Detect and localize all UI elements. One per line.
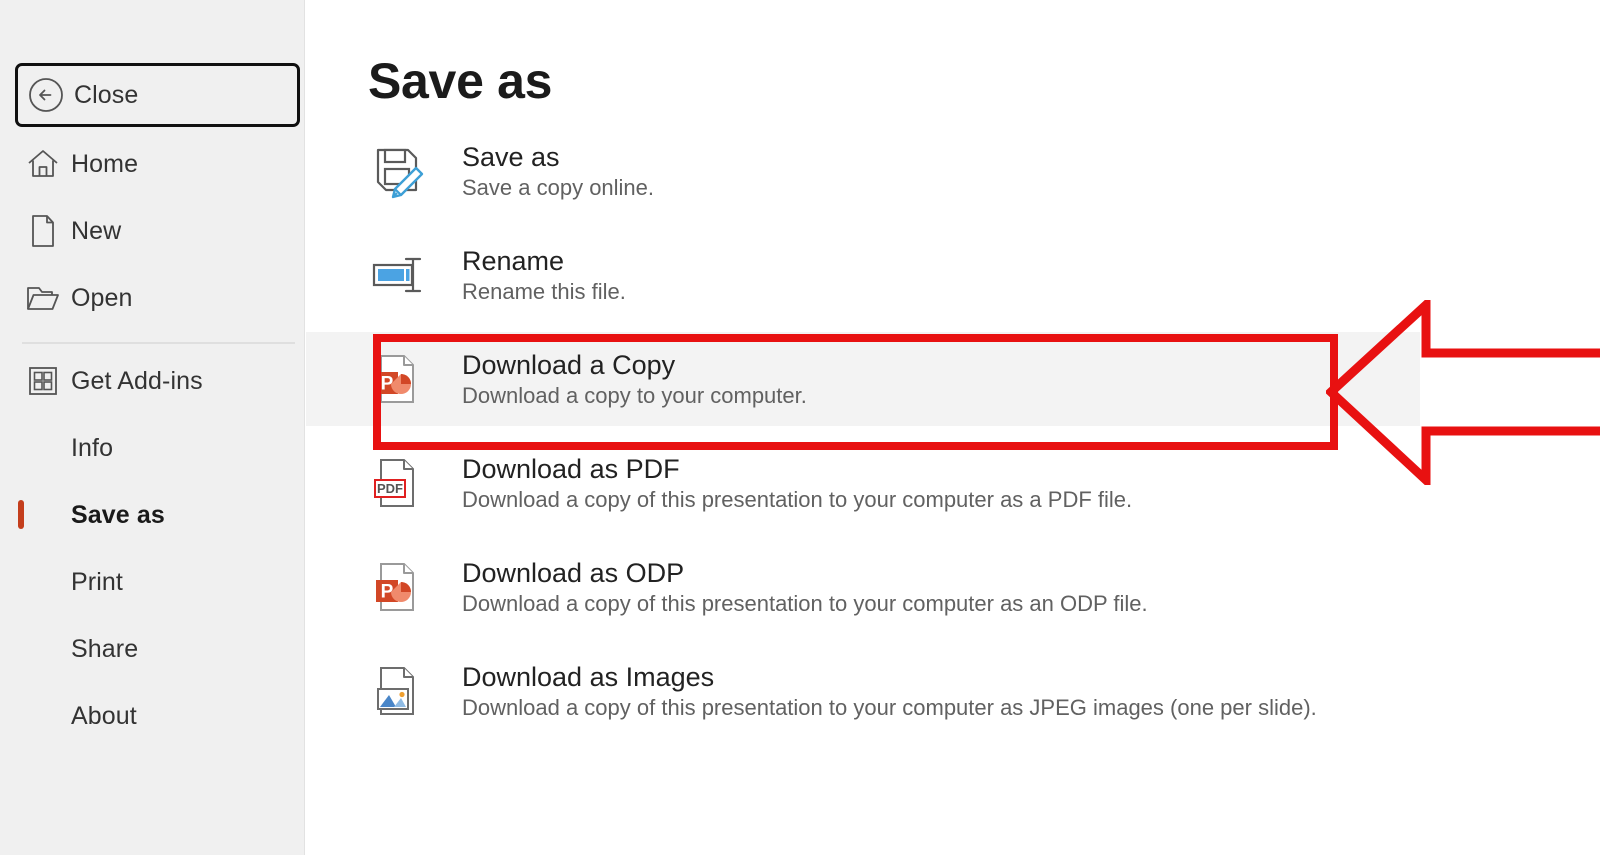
sidebar-item-save-as[interactable]: Save as xyxy=(15,486,300,544)
open-folder-icon xyxy=(15,282,71,314)
option-subtitle: Save a copy online. xyxy=(462,174,655,200)
option-rename[interactable]: Rename Rename this file. xyxy=(306,228,1420,322)
option-text: Download as ODP Download a copy of this … xyxy=(462,557,1148,617)
option-subtitle: Download a copy of this presentation to … xyxy=(462,486,1133,512)
sidebar-item-home[interactable]: Home xyxy=(15,135,300,193)
option-download-a-copy[interactable]: P Download a Copy Download a copy to you… xyxy=(306,332,1420,426)
sidebar-divider xyxy=(22,342,295,344)
rename-textbox-icon xyxy=(368,246,458,304)
option-title: Download a Copy xyxy=(462,349,676,380)
home-icon xyxy=(15,146,71,182)
image-document-icon xyxy=(368,662,458,720)
sidebar-item-label: Home xyxy=(71,149,139,178)
sidebar-item-info[interactable]: Info xyxy=(15,419,300,477)
sidebar-item-open[interactable]: Open xyxy=(15,269,300,327)
sidebar-item-label: Open xyxy=(71,283,133,312)
svg-text:PDF: PDF xyxy=(377,481,403,496)
option-save-as[interactable]: Save as Save a copy online. xyxy=(306,124,1420,218)
add-ins-grid-icon xyxy=(15,364,71,398)
option-text: Rename Rename this file. xyxy=(462,245,626,305)
option-text: Download a Copy Download a copy to your … xyxy=(462,349,807,409)
new-document-icon xyxy=(15,212,71,250)
sidebar-item-label: Info xyxy=(71,433,114,462)
close-button-label: Close xyxy=(74,80,139,109)
option-title: Rename xyxy=(462,245,565,276)
sidebar-item-label: About xyxy=(71,701,137,730)
option-text: Download as PDF Download a copy of this … xyxy=(462,453,1132,513)
option-subtitle: Download a copy of this presentation to … xyxy=(462,590,1148,616)
option-title: Download as PDF xyxy=(462,453,680,484)
sidebar: Close Home New Open Get Add-ins Info Sav… xyxy=(0,0,305,855)
option-subtitle: Rename this file. xyxy=(462,278,626,304)
option-title: Save as xyxy=(462,141,560,172)
powerpoint-document-icon: P xyxy=(368,350,458,408)
sidebar-item-label: Get Add-ins xyxy=(71,366,203,395)
main-content: Save as Save as Save a copy online. Rena… xyxy=(306,0,1600,855)
option-subtitle: Download a copy to your computer. xyxy=(462,382,807,408)
option-text: Save as Save a copy online. xyxy=(462,141,654,201)
sidebar-item-label: Save as xyxy=(71,500,165,529)
save-floppy-pencil-icon xyxy=(368,142,458,200)
sidebar-item-get-add-ins[interactable]: Get Add-ins xyxy=(15,352,300,410)
pdf-document-icon: PDF xyxy=(368,454,458,512)
sidebar-item-label: Print xyxy=(71,567,123,596)
sidebar-item-about[interactable]: About xyxy=(15,687,300,745)
close-button[interactable]: Close xyxy=(15,63,300,127)
powerpoint-document-icon: P xyxy=(368,558,458,616)
page-title: Save as xyxy=(368,53,553,109)
sidebar-item-share[interactable]: Share xyxy=(15,620,300,678)
option-download-as-pdf[interactable]: PDF Download as PDF Download a copy of t… xyxy=(306,436,1420,530)
option-download-as-images[interactable]: Download as Images Download a copy of th… xyxy=(306,644,1420,738)
sidebar-item-label: Share xyxy=(71,634,139,663)
option-text: Download as Images Download a copy of th… xyxy=(462,661,1317,721)
sidebar-item-new[interactable]: New xyxy=(15,202,300,260)
option-title: Download as Images xyxy=(462,661,715,692)
back-circle-arrow-icon xyxy=(18,76,74,114)
option-subtitle: Download a copy of this presentation to … xyxy=(462,694,1317,720)
option-title: Download as ODP xyxy=(462,557,685,588)
option-download-as-odp[interactable]: P Download as ODP Download a copy of thi… xyxy=(306,540,1420,634)
sidebar-item-print[interactable]: Print xyxy=(15,553,300,611)
sidebar-item-label: New xyxy=(71,216,122,245)
